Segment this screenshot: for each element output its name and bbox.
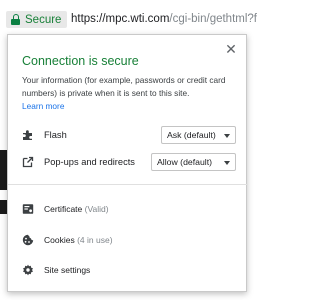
chevron-down-icon — [224, 134, 230, 138]
connection-description: Your information (for example, passwords… — [22, 75, 226, 98]
connection-status-title: Connection is secure — [22, 54, 139, 68]
divider — [8, 184, 248, 185]
cookie-icon — [22, 234, 34, 246]
close-button[interactable]: ✕ — [224, 42, 238, 56]
popups-permission-select[interactable]: Allow (default) — [151, 153, 236, 171]
cookies-count: (4 in use) — [77, 235, 113, 245]
close-icon: ✕ — [225, 41, 237, 57]
permission-row-flash: Flash Ask (default) — [8, 124, 248, 146]
certificate-icon — [22, 204, 34, 214]
site-settings-link[interactable]: Site settings — [8, 260, 248, 280]
flash-permission-select[interactable]: Ask (default) — [161, 126, 236, 144]
url-text[interactable]: https://mpc.wti.com/cgi-bin/gethtml?f — [71, 13, 257, 25]
puzzle-icon — [23, 130, 32, 140]
background-page-edge — [0, 200, 7, 214]
url-path: /cgi-bin/gethtml?f — [169, 13, 257, 25]
learn-more-link[interactable]: Learn more — [22, 101, 64, 111]
site-info-popup: ✕ Connection is secure Your information … — [7, 34, 248, 292]
permission-label: Flash — [44, 130, 67, 140]
cookies-label: Cookies — [44, 235, 75, 245]
cookies-link[interactable]: Cookies (4 in use) — [8, 230, 248, 250]
address-bar[interactable]: Secure https://mpc.wti.com/cgi-bin/getht… — [0, 0, 267, 36]
external-window-icon — [22, 156, 34, 168]
permission-row-popups: Pop-ups and redirects Allow (default) — [8, 151, 248, 173]
gear-icon — [23, 264, 33, 276]
lock-icon — [11, 14, 20, 25]
select-value: Allow (default) — [157, 157, 213, 167]
site-settings-label: Site settings — [44, 265, 91, 275]
background-page-edge — [0, 150, 7, 190]
url-host: https://mpc.wti.com — [71, 13, 170, 25]
site-info-button[interactable]: Secure — [6, 11, 68, 28]
certificate-link[interactable]: Certificate (Valid) — [8, 199, 248, 219]
certificate-status: (Valid) — [84, 204, 109, 214]
chevron-down-icon — [224, 161, 230, 165]
permission-label: Pop-ups and redirects — [44, 157, 135, 167]
certificate-label: Certificate — [44, 204, 83, 214]
secure-label: Secure — [25, 13, 62, 26]
select-value: Ask (default) — [167, 130, 216, 140]
